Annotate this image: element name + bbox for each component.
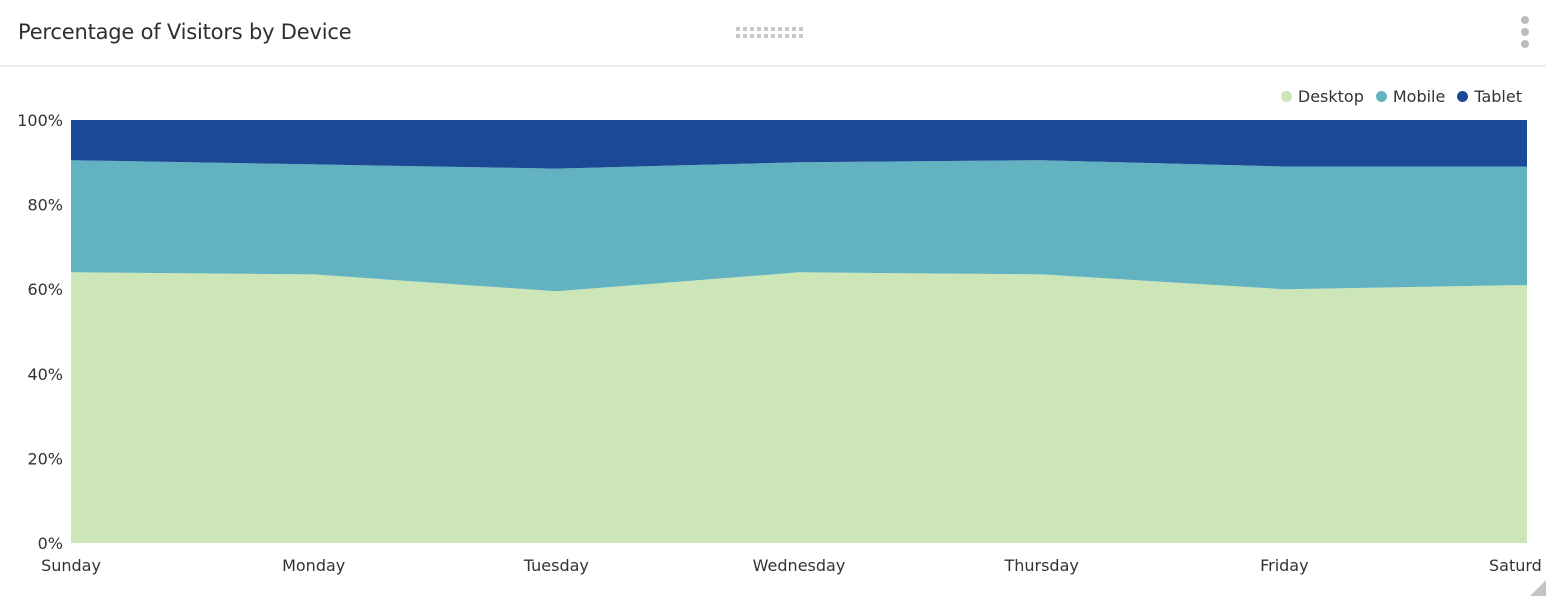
x-axis: Sunday Monday Tuesday Wednesday Thursday Frid…: [41, 556, 1542, 575]
x-tick-label: Monday: [282, 556, 345, 575]
y-tick-label: 0%: [38, 534, 63, 553]
area-tablet[interactable]: [71, 120, 1527, 169]
y-tick-label: 60%: [27, 280, 63, 299]
y-tick-label: 80%: [27, 196, 63, 215]
y-tick-label: 100%: [17, 111, 63, 130]
y-axis: 0% 20% 40% 60% 80% 100%: [17, 111, 63, 553]
area-mobile[interactable]: [71, 160, 1527, 292]
x-tick-label: Saturd: [1489, 556, 1542, 575]
area-desktop[interactable]: [71, 272, 1527, 543]
y-tick-label: 40%: [27, 365, 63, 384]
resize-corner-icon[interactable]: [1530, 580, 1546, 596]
x-tick-label: Friday: [1260, 556, 1309, 575]
x-tick-label: Thursday: [1003, 556, 1078, 575]
area-series-group: [71, 120, 1527, 543]
stacked-area-chart: 0% 20% 40% 60% 80% 100% Sunday Monday Tuesday We…: [17, 111, 1542, 575]
y-tick-label: 20%: [27, 449, 63, 468]
x-tick-label: Sunday: [41, 556, 101, 575]
x-tick-label: Tuesday: [523, 556, 589, 575]
x-tick-label: Wednesday: [753, 556, 846, 575]
